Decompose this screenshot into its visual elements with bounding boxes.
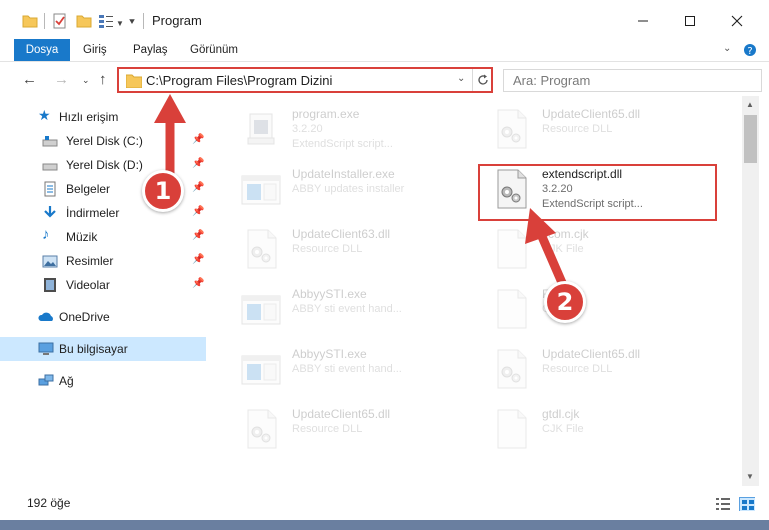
arrow-2 (525, 208, 568, 290)
annotation-arrows (154, 94, 568, 290)
step-badge-1: 1 (142, 170, 184, 212)
arrow-1 (154, 94, 186, 185)
step-badge-2: 2 (544, 281, 586, 323)
